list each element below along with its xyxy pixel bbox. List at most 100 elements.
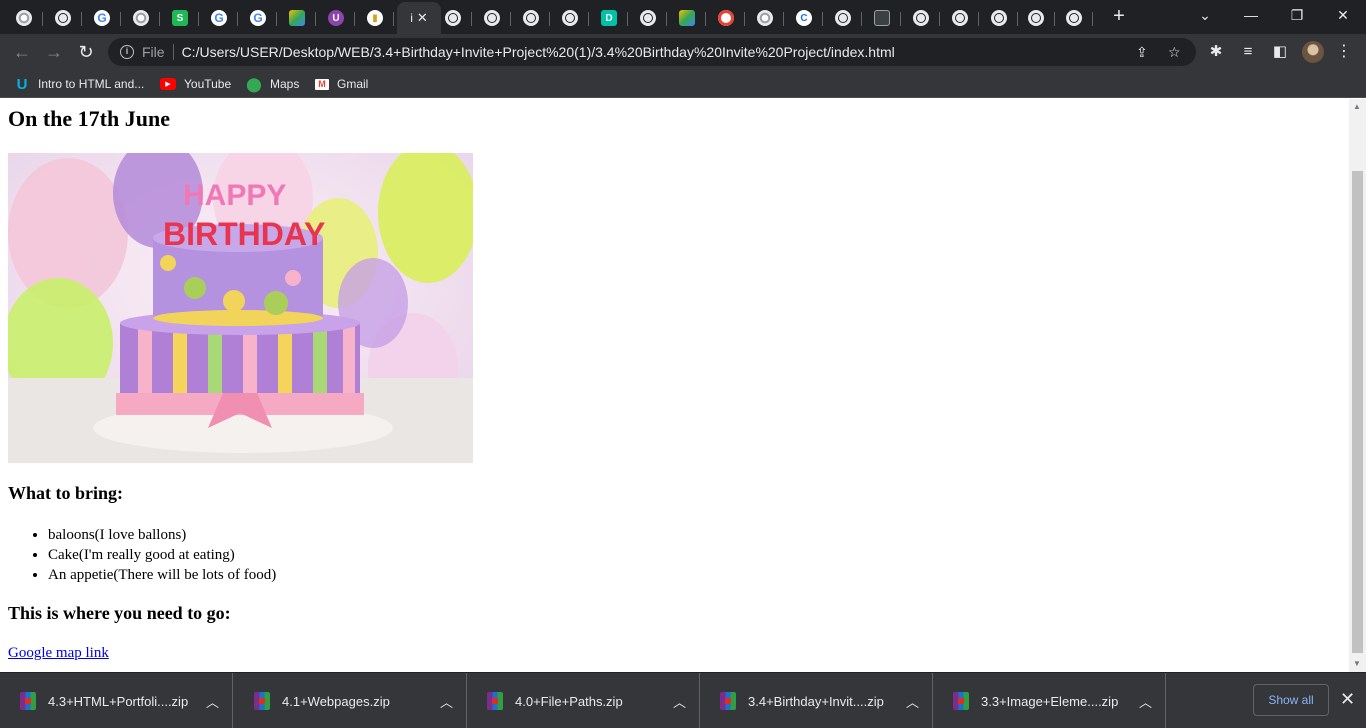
address-scheme: File [142, 44, 165, 60]
reload-icon[interactable]: ↻ [74, 40, 98, 64]
download-item[interactable]: 4.0+File+Paths.zip ︿ [467, 673, 700, 728]
tab-u-app[interactable]: U [317, 4, 355, 32]
tab-drive-2[interactable] [668, 4, 706, 32]
tab-google-2[interactable]: G [200, 4, 238, 32]
extensions-icon[interactable]: ✱ [1206, 42, 1226, 62]
page-title: On the 17th June [8, 106, 170, 131]
list-item: baloons(I love ballons) [48, 525, 276, 545]
tab-globe-3[interactable] [473, 4, 511, 32]
globe-icon [445, 10, 461, 26]
scroll-up-icon[interactable]: ▲ [1353, 102, 1361, 111]
chrome-icon [133, 10, 149, 26]
tab-search-button[interactable]: ⌄ [1182, 0, 1228, 30]
restore-button[interactable]: ❐ [1274, 0, 1320, 30]
scroll-down-icon[interactable]: ▼ [1353, 659, 1361, 668]
tab-record[interactable] [707, 4, 745, 32]
close-icon[interactable]: ✕ [417, 10, 428, 26]
gallery-icon [874, 10, 890, 26]
record-icon [718, 10, 734, 26]
close-icon[interactable]: ✕ [1340, 689, 1355, 710]
tab-chrome-2[interactable] [122, 4, 160, 32]
page-viewport: On the 17th June HAPPY BIRTHDAY What to … [0, 99, 1349, 672]
window-close-button[interactable]: ✕ [1320, 0, 1366, 30]
bookmark-gmail[interactable]: M Gmail [315, 75, 368, 93]
tab-globe-1[interactable] [44, 4, 82, 32]
tab-drive[interactable] [278, 4, 316, 32]
bookmark-maps[interactable]: ⬤ Maps [246, 75, 299, 93]
happy-letters: HAPPY [183, 179, 286, 212]
tab-bookmark-app[interactable]: ▮ [356, 4, 394, 32]
tab-d-app[interactable]: D [590, 4, 628, 32]
winrar-icon [20, 692, 36, 710]
maps-icon: ⬤ [246, 75, 262, 92]
tab-globe-7[interactable] [824, 4, 862, 32]
tab-google-3[interactable]: G [239, 4, 277, 32]
scrollbar-thumb[interactable] [1352, 171, 1363, 653]
globe-icon [835, 10, 851, 26]
globe-icon [1028, 10, 1044, 26]
chevron-up-icon[interactable]: ︿ [1139, 692, 1152, 711]
globe-icon [562, 10, 578, 26]
drive-icon [289, 10, 305, 26]
tab-globe-10[interactable] [980, 4, 1018, 32]
share-icon[interactable]: ⇪ [1136, 44, 1148, 61]
bookmark-intro-html[interactable]: U Intro to HTML and... [14, 75, 145, 93]
address-bar[interactable]: i File C:/Users/USER/Desktop/WEB/3.4+Bir… [108, 38, 1196, 66]
globe-icon [991, 10, 1007, 26]
google-map-link[interactable]: Google map link [8, 645, 109, 662]
show-all-button[interactable]: Show all [1253, 684, 1329, 716]
download-item[interactable]: 4.3+HTML+Portfoli....zip ︿ [0, 673, 233, 728]
download-shelf: 4.3+HTML+Portfoli....zip ︿ 4.1+Webpages.… [0, 672, 1366, 728]
reading-list-icon[interactable]: ≡ [1238, 42, 1258, 62]
tab-globe-12[interactable] [1055, 4, 1093, 32]
tab-chrome-3[interactable] [746, 4, 784, 32]
chevron-up-icon[interactable]: ︿ [206, 692, 219, 711]
drive-icon [679, 10, 695, 26]
chevron-up-icon[interactable]: ︿ [673, 692, 686, 711]
tab-s-app[interactable]: S [161, 4, 199, 32]
back-arrow-icon[interactable]: ← [10, 40, 34, 64]
tab-globe-2[interactable] [434, 4, 472, 32]
gmail-icon: M [315, 78, 329, 90]
minimize-button[interactable]: — [1228, 0, 1274, 30]
birthday-letters: BIRTHDAY [163, 216, 325, 252]
page-scrollbar[interactable]: ▲ ▼ [1349, 99, 1366, 672]
bookmark-star-icon[interactable]: ☆ [1168, 44, 1181, 61]
chrome-icon [757, 10, 773, 26]
tab-c-app[interactable]: C [785, 4, 823, 32]
download-item[interactable]: 4.1+Webpages.zip ︿ [234, 673, 467, 728]
d-app-icon: D [601, 10, 617, 26]
forward-arrow-icon[interactable]: → [42, 40, 66, 64]
tab-globe-9[interactable] [941, 4, 979, 32]
tab-google-1[interactable]: G [83, 4, 121, 32]
new-tab-button[interactable]: + [1108, 6, 1130, 28]
globe-icon [952, 10, 968, 26]
chevron-up-icon[interactable]: ︿ [440, 692, 453, 711]
tab-globe-8[interactable] [902, 4, 940, 32]
more-menu-icon[interactable]: ⋮ [1336, 42, 1352, 62]
address-url[interactable]: C:/Users/USER/Desktop/WEB/3.4+Birthday+I… [182, 44, 895, 60]
globe-icon [640, 10, 656, 26]
google-icon: G [94, 10, 110, 26]
tab-gallery[interactable] [863, 4, 901, 32]
udacity-icon: U [16, 75, 28, 93]
google-icon: G [211, 10, 227, 26]
tab-globe-11[interactable] [1017, 4, 1055, 32]
tab-strip: G S G G U ▮ i ✕ D C + ⌄ — ❐ ✕ [0, 0, 1366, 34]
bookmark-youtube[interactable]: ▶ YouTube [160, 75, 231, 93]
globe-icon [1066, 10, 1082, 26]
info-icon[interactable]: i [120, 45, 134, 59]
tab-globe-5[interactable] [551, 4, 589, 32]
bookmark-app-icon: ▮ [367, 10, 383, 26]
tab-chrome-1[interactable] [5, 4, 43, 32]
u-app-icon: U [328, 10, 344, 26]
tab-globe-4[interactable] [512, 4, 550, 32]
list-item: Cake(I'm really good at eating) [48, 545, 276, 565]
side-panel-icon[interactable]: ◧ [1270, 42, 1290, 62]
avatar[interactable] [1302, 41, 1324, 63]
download-item[interactable]: 3.3+Image+Eleme....zip ︿ [933, 673, 1166, 728]
download-item[interactable]: 3.4+Birthday+Invit....zip ︿ [700, 673, 933, 728]
globe-icon [523, 10, 539, 26]
tab-globe-6[interactable] [629, 4, 667, 32]
chevron-up-icon[interactable]: ︿ [906, 692, 919, 711]
